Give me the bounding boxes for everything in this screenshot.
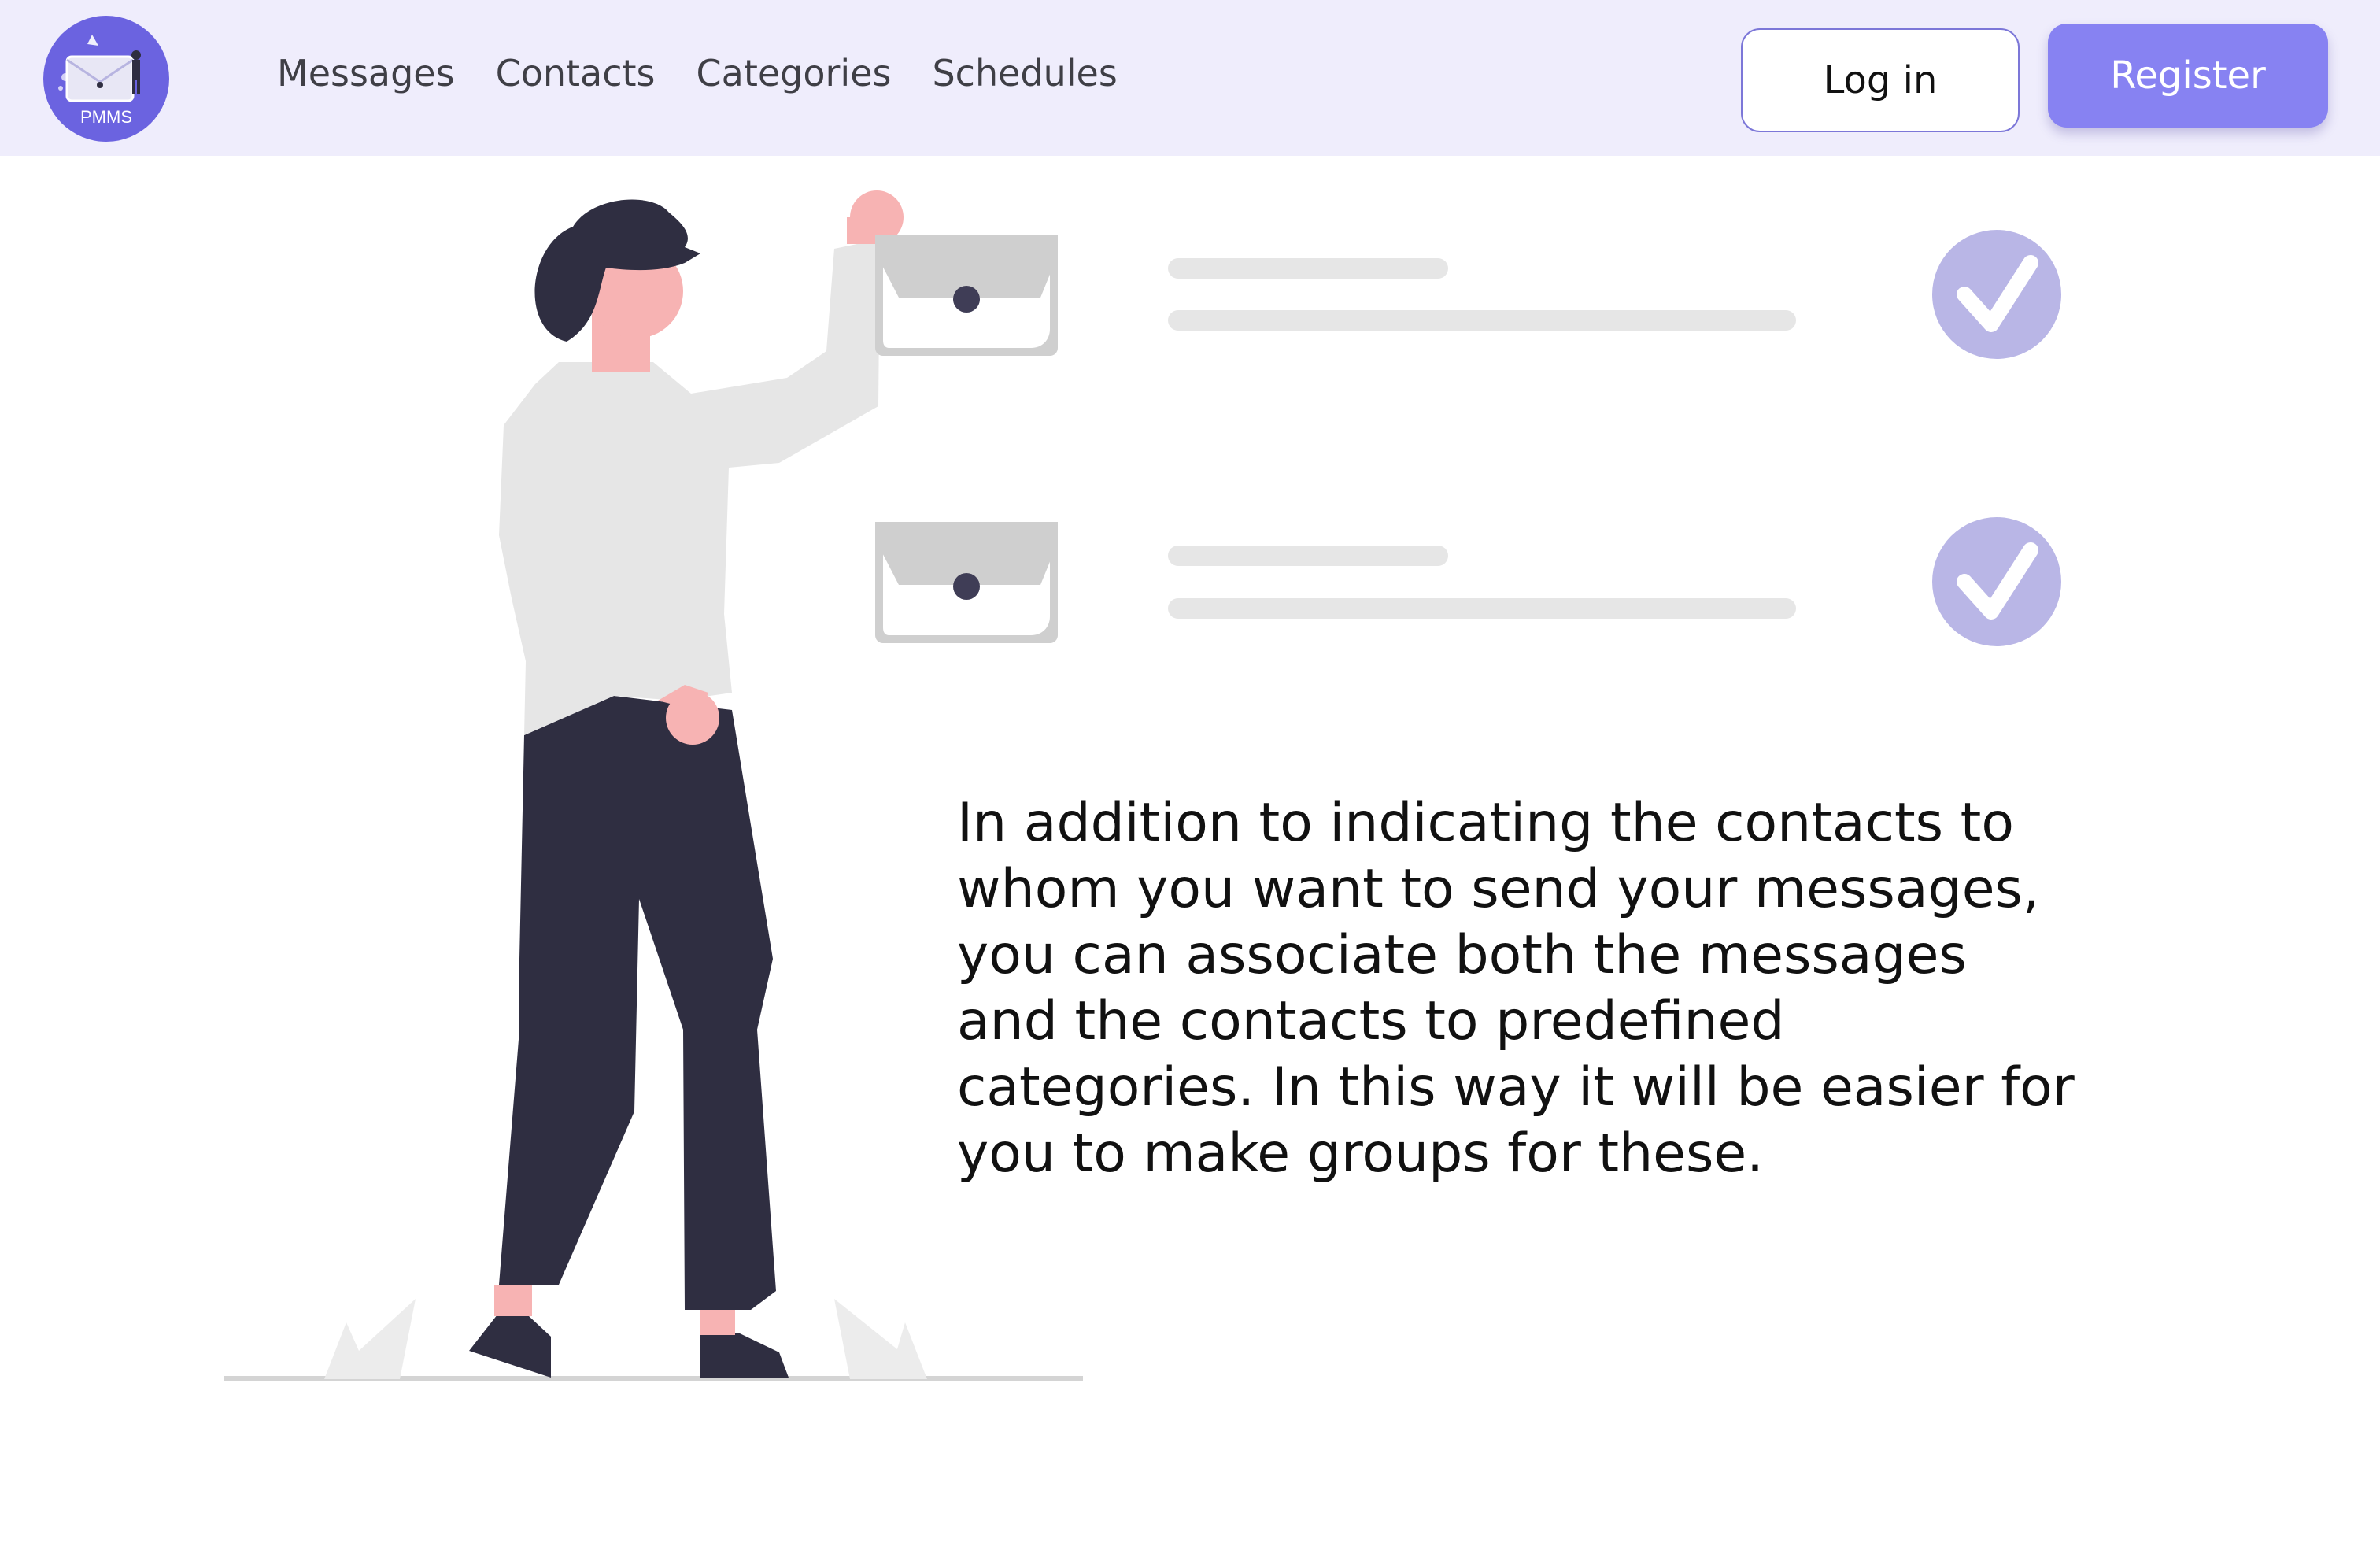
placeholder-line-long bbox=[1168, 598, 1796, 619]
check-icon bbox=[1932, 517, 2061, 646]
checklist-item-2 bbox=[875, 517, 2061, 646]
envelope-icon bbox=[875, 235, 1058, 356]
person-checklist-illustration bbox=[224, 190, 2061, 1381]
placeholder-line-long bbox=[1168, 310, 1796, 331]
envelope-icon bbox=[875, 522, 1058, 643]
person-figure bbox=[469, 190, 904, 1378]
plant-right-icon bbox=[834, 1299, 927, 1379]
placeholder-line-short bbox=[1168, 258, 1448, 279]
check-icon bbox=[1932, 230, 2061, 359]
plant-left-icon bbox=[324, 1299, 416, 1379]
feature-description: In addition to indicating the contacts t… bbox=[957, 792, 2075, 1185]
checklist-item-1 bbox=[875, 230, 2061, 359]
placeholder-line-short bbox=[1168, 546, 1448, 566]
